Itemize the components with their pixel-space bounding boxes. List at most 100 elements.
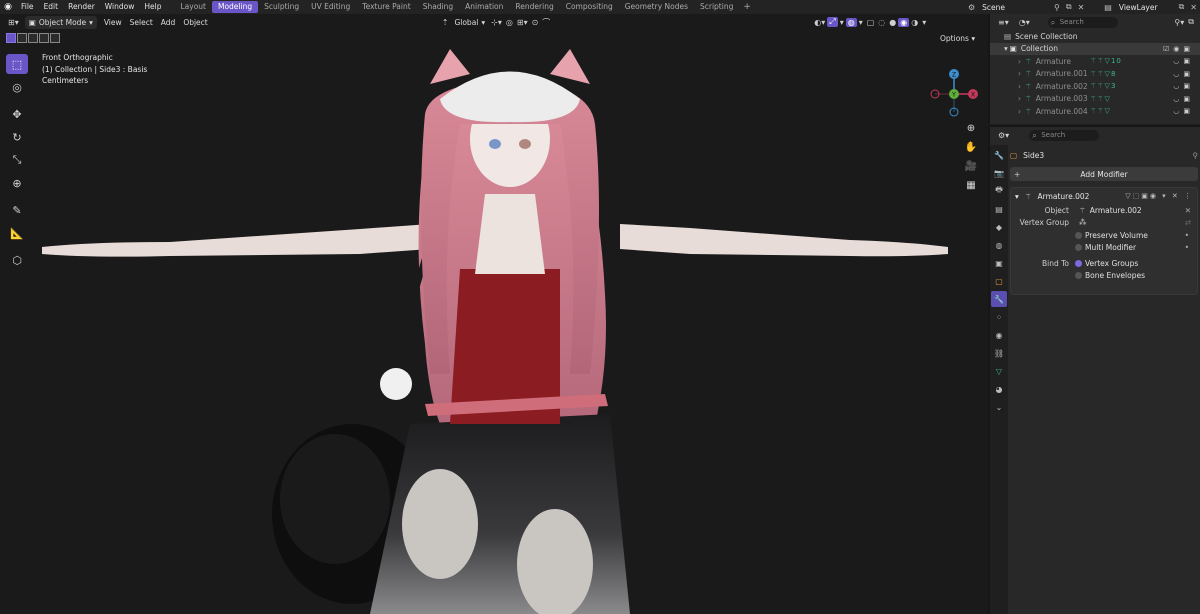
collapse-chevron-icon[interactable]: ▾ <box>1015 192 1019 201</box>
filter-icon[interactable]: ⚲▾ <box>1172 18 1186 27</box>
proportional-edit-icon[interactable]: ⊙ <box>530 18 541 27</box>
visibility-icons[interactable]: ◡▣ <box>1173 70 1194 78</box>
clear-icon[interactable]: ✕ <box>1185 206 1191 215</box>
object-tab-icon[interactable]: ▢ <box>991 273 1007 289</box>
properties-search-input[interactable]: Search <box>1029 129 1100 141</box>
outliner-item-armature-003[interactable]: › ⚚ Armature.003 ⚚⚚▽ ◡▣ <box>990 93 1200 106</box>
measure-tool-icon[interactable]: 📐 <box>6 223 28 243</box>
select-difference-mode-icon[interactable] <box>39 33 49 43</box>
character-model[interactable] <box>30 44 960 614</box>
tab-geometry-nodes[interactable]: Geometry Nodes <box>619 1 694 13</box>
visibility-icon[interactable]: ◐▾ <box>812 18 827 27</box>
bone-envelopes-checkbox[interactable] <box>1075 272 1082 280</box>
gizmo-dropdown-icon[interactable]: ▾ <box>838 18 846 27</box>
menu-add[interactable]: Add <box>157 16 180 29</box>
data-tab-icon[interactable]: ▽ <box>991 363 1007 379</box>
object-name[interactable]: Side3 <box>1023 151 1044 160</box>
view-layer-icon[interactable]: ▤ <box>1101 3 1115 12</box>
scene-tab-icon[interactable]: ◆ <box>991 219 1007 235</box>
mode-dropdown[interactable]: ▣ Object Mode ▾ <box>24 15 97 29</box>
zoom-icon[interactable]: ⊕ <box>962 119 980 137</box>
xray-icon[interactable]: ▢ <box>865 18 877 27</box>
snap-settings-icon[interactable]: ⊞▾ <box>515 18 530 27</box>
move-tool-icon[interactable]: ✥ <box>6 104 28 124</box>
editor-type-icon[interactable]: ≡▾ <box>996 18 1011 27</box>
menu-file[interactable]: File <box>16 0 39 14</box>
gizmo-toggle-icon[interactable]: ⤢ <box>827 17 838 27</box>
expand-chevron-icon[interactable]: › <box>1018 57 1021 66</box>
menu-view[interactable]: View <box>100 16 126 29</box>
tab-rendering[interactable]: Rendering <box>509 1 559 13</box>
keyframe-dot-icon[interactable]: • <box>1185 243 1189 252</box>
pan-hand-icon[interactable]: ✋ <box>962 138 980 156</box>
select-subtract-mode-icon[interactable] <box>28 33 38 43</box>
render-tab-icon[interactable]: 📷 <box>991 165 1007 181</box>
collapse-chevron-icon[interactable]: ▾ <box>1004 44 1008 53</box>
new-collection-icon[interactable]: ⧉ <box>1186 17 1196 27</box>
select-intersect-mode-icon[interactable] <box>50 33 60 43</box>
select-box-tool-icon[interactable]: ⬚ <box>6 54 28 74</box>
rotate-tool-icon[interactable]: ↻ <box>6 127 28 147</box>
delete-scene-icon[interactable]: ✕ <box>1075 3 1088 12</box>
outliner-item-armature[interactable]: › ⚚ Armature ⚚⚚▽10 ◡▣ <box>990 55 1200 68</box>
tab-scripting[interactable]: Scripting <box>694 1 739 13</box>
shading-solid-icon[interactable]: ● <box>887 18 898 27</box>
visibility-icons[interactable]: ◡▣ <box>1173 107 1194 115</box>
visibility-icons[interactable]: ◡▣ <box>1173 95 1194 103</box>
multi-modifier-checkbox[interactable] <box>1075 244 1082 252</box>
add-modifier-button[interactable]: + Add Modifier <box>1010 167 1198 181</box>
collection-row[interactable]: ▾ ▣ Collection ☑◉▣ <box>990 42 1200 55</box>
menu-object[interactable]: Object <box>179 16 211 29</box>
tab-shading[interactable]: Shading <box>417 1 459 13</box>
select-box-mode-icon[interactable] <box>6 33 16 43</box>
keyframe-dot-icon[interactable]: • <box>1185 231 1189 240</box>
overlay-toggle-icon[interactable]: ◍ <box>845 17 857 27</box>
outliner-search-input[interactable]: Search <box>1047 16 1118 28</box>
menu-window[interactable]: Window <box>100 0 140 14</box>
tab-modeling[interactable]: Modeling <box>211 1 259 13</box>
camera-view-icon[interactable]: 🎥 <box>962 157 980 175</box>
physics-tab-icon[interactable]: ◉ <box>991 327 1007 343</box>
tab-compositing[interactable]: Compositing <box>560 1 619 13</box>
output-tab-icon[interactable]: 🖶 <box>991 183 1007 199</box>
menu-select[interactable]: Select <box>126 16 157 29</box>
new-scene-icon[interactable]: ⧉ <box>1063 2 1075 12</box>
modifier-toggle-icons[interactable]: ▽⬚▣◉ ▾ ✕ ⋮ <box>1125 192 1197 200</box>
3d-viewport[interactable]: ⊞▾ ▣ Object Mode ▾ View Select Add Objec… <box>0 14 988 614</box>
proportional-falloff-icon[interactable]: ⌒ <box>540 17 552 28</box>
shading-dropdown-icon[interactable]: ▾ <box>920 18 928 27</box>
editor-type-icon[interactable]: ⊞▾ <box>6 18 21 27</box>
scale-tool-icon[interactable]: ⤡ <box>6 150 28 170</box>
annotate-tool-icon[interactable]: ✎ <box>6 200 28 220</box>
scene-icon[interactable]: ⚙ <box>965 3 978 12</box>
expand-chevron-icon[interactable]: › <box>1018 107 1021 116</box>
expand-chevron-icon[interactable]: › <box>1018 94 1021 103</box>
expand-chevron-icon[interactable]: › <box>1018 69 1021 78</box>
select-extend-mode-icon[interactable] <box>17 33 27 43</box>
collection-visibility-icons[interactable]: ☑◉▣ <box>1163 45 1194 53</box>
snap-icon[interactable]: ◎ <box>504 18 515 27</box>
perspective-grid-icon[interactable]: ▦ <box>962 176 980 194</box>
tab-sculpting[interactable]: Sculpting <box>258 1 305 13</box>
modifier-header[interactable]: ▾ ⚚ Armature.002 ▽⬚▣◉ ▾ ✕ ⋮ <box>1011 188 1197 204</box>
tab-animation[interactable]: Animation <box>459 1 509 13</box>
tab-uv-editing[interactable]: UV Editing <box>305 1 356 13</box>
menu-render[interactable]: Render <box>63 0 100 14</box>
editor-type-icon[interactable]: ⚙▾ <box>996 131 1011 140</box>
object-field[interactable]: Armature.002 <box>1090 206 1142 215</box>
shading-material-icon[interactable]: ◉ <box>898 17 910 27</box>
collection-tab-icon[interactable]: ▣ <box>991 255 1007 271</box>
scene-name[interactable]: Scene <box>978 3 1009 12</box>
new-view-layer-icon[interactable]: ⧉ <box>1176 2 1188 12</box>
add-cube-tool-icon[interactable]: ⬡ <box>6 250 28 270</box>
vertex-group-icon[interactable]: ⁂ <box>1079 218 1087 227</box>
menu-help[interactable]: Help <box>139 0 166 14</box>
preserve-volume-checkbox[interactable] <box>1075 231 1082 239</box>
overlay-dropdown-icon[interactable]: ▾ <box>857 18 865 27</box>
outliner-item-armature-004[interactable]: › ⚚ Armature.004 ⚚⚚▽ ◡▣ <box>990 105 1200 118</box>
transform-tool-icon[interactable]: ⊕ <box>6 173 28 193</box>
invert-icon[interactable]: ⇄ <box>1185 218 1191 227</box>
scene-collection-row[interactable]: ▤ Scene Collection <box>990 30 1200 43</box>
transform-orientation-dropdown[interactable]: Global ▾ <box>450 16 489 29</box>
outliner-item-armature-002[interactable]: › ⚚ Armature.002 ⚚⚚▽3 ◡▣ <box>990 80 1200 93</box>
